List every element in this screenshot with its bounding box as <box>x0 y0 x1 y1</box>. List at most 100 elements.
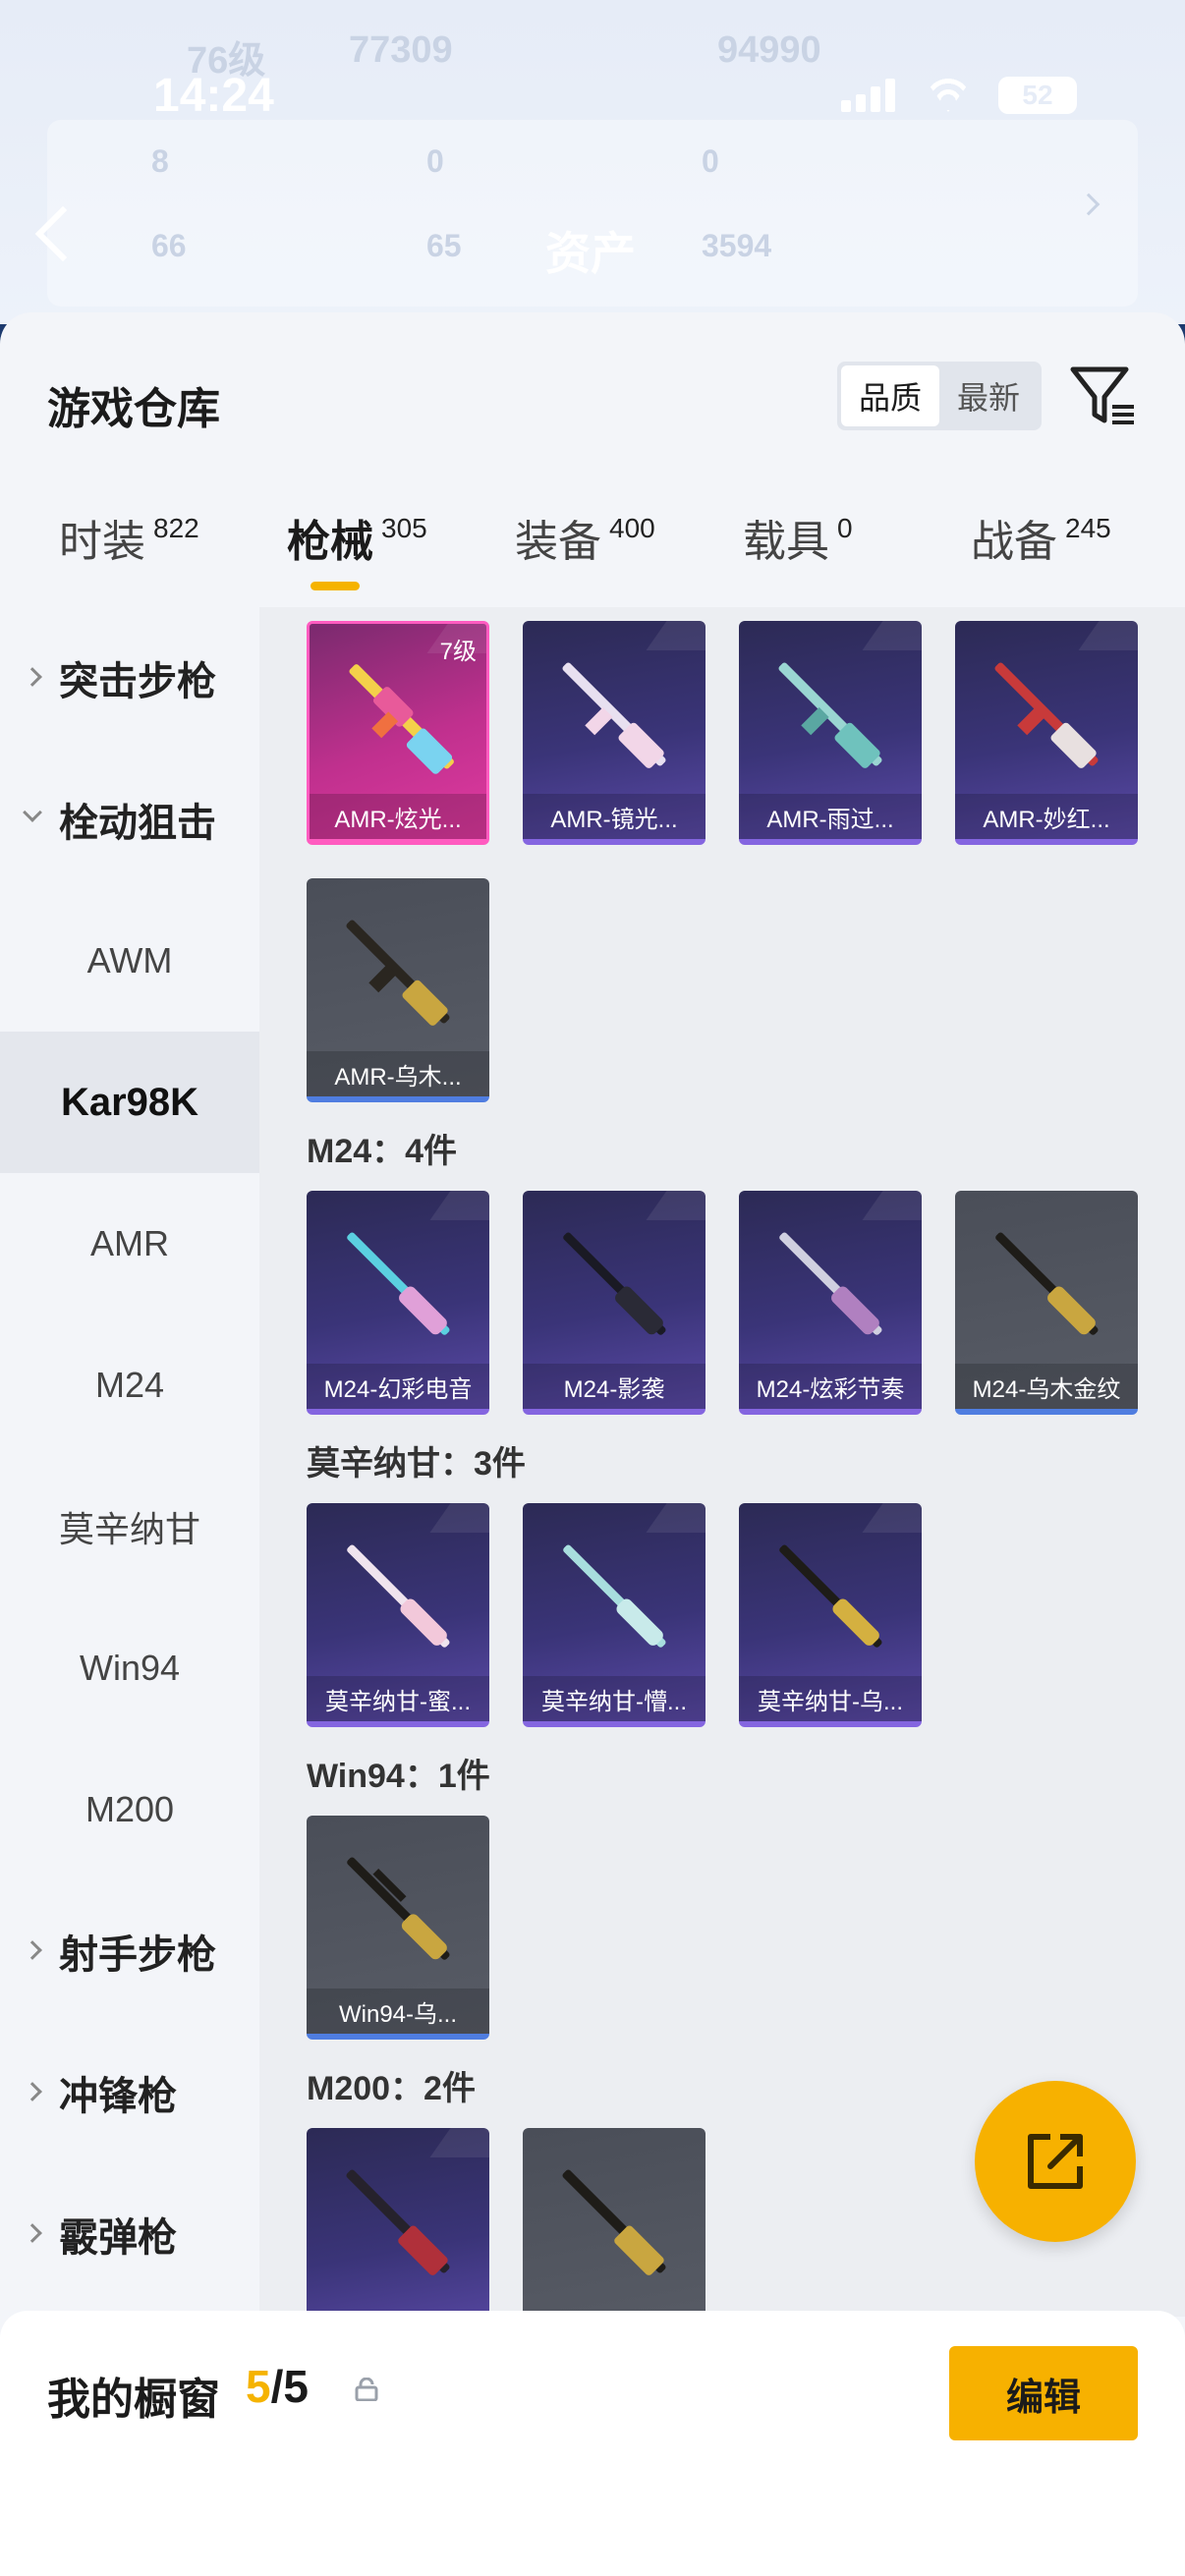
weapon-skin-card[interactable]: 莫辛纳甘-蜜... <box>307 1503 489 1727</box>
weapon-skin-card[interactable]: AMR-妙红... <box>955 621 1138 845</box>
tab-active-indicator <box>310 582 360 590</box>
rifle-icon <box>563 1544 666 1648</box>
weapon-skin-card[interactable]: AMR-雨过... <box>739 621 922 845</box>
section-title-m200: M200：2件 <box>307 2070 476 2107</box>
chevron-right-icon <box>23 667 42 687</box>
tab-count: 0 <box>837 513 853 543</box>
weapon-skin-card[interactable]: M24-炫彩节奏 <box>739 1191 922 1415</box>
share-external-icon <box>1028 2134 1083 2189</box>
rifle-icon <box>995 1232 1099 1335</box>
tab-supplies[interactable]: 战备 245 <box>971 505 1111 593</box>
tab-label: 枪械 <box>287 518 373 566</box>
rifle-icon <box>994 662 1099 768</box>
rifle-icon <box>347 1857 450 1960</box>
assets-title: 资产 <box>545 228 636 279</box>
weapon-skin-card[interactable] <box>523 2128 705 2317</box>
sidebar-item-m200[interactable]: M200 <box>0 1739 259 1880</box>
sidebar-item-label: 突击步枪 <box>59 660 216 703</box>
filter-button[interactable] <box>1069 364 1138 430</box>
sort-quality-option[interactable]: 品质 <box>841 365 939 426</box>
rifle-icon <box>347 1232 450 1335</box>
section-title-win94: Win94：1件 <box>307 1758 490 1795</box>
weapon-skin-card[interactable]: AMR-镜光... <box>523 621 705 845</box>
skin-name: 莫辛纳甘-懵... <box>523 1676 705 1721</box>
sidebar-item-mosin[interactable]: 莫辛纳甘 <box>0 1456 259 1597</box>
tab-label: 时装 <box>59 518 145 566</box>
sidebar-item-label: 霰弹枪 <box>59 2216 177 2260</box>
tab-vehicles[interactable]: 载具 0 <box>743 505 853 593</box>
skin-name: AMR-乌木... <box>307 1051 489 1096</box>
stat-6: 3594 <box>702 228 772 263</box>
showcase-count-current: 5 <box>246 2361 271 2412</box>
weapon-category-sidebar: 突击步枪 栓动狙击 AWM Kar98K AMR M24 莫辛纳甘 Win94 … <box>0 607 259 2317</box>
rifle-icon <box>562 662 666 768</box>
assets-header-background: 76级 77309 94990 14:24 52 8 0 0 66 65 359… <box>0 0 1185 324</box>
skin-name: AMR-妙红... <box>955 794 1138 839</box>
stat-1: 8 <box>151 143 169 179</box>
weapon-skin-card[interactable]: 莫辛纳甘-乌... <box>739 1503 922 1727</box>
sidebar-item-label: 冲锋枪 <box>59 2075 177 2118</box>
edit-button[interactable]: 编辑 <box>949 2346 1138 2440</box>
weapon-skin-card[interactable]: Win94-乌... <box>307 1816 489 2040</box>
tab-count: 822 <box>153 513 199 543</box>
filter-icon <box>1070 366 1134 424</box>
category-tabs: 时装 822 枪械 305 装备 400 载具 0 战备 245 <box>0 505 1185 593</box>
skin-name: M24-炫彩节奏 <box>739 1364 922 1409</box>
coins-text: 77309 <box>349 29 453 71</box>
sidebar-item-label: 射手步枪 <box>59 1933 216 1977</box>
rifle-icon <box>562 2169 666 2275</box>
skin-name: AMR-炫光... <box>310 794 486 839</box>
tab-guns[interactable]: 枪械 305 <box>287 505 427 593</box>
sidebar-item-assault-rifles[interactable]: 突击步枪 <box>0 607 259 749</box>
sidebar-item-amr[interactable]: AMR <box>0 1173 259 1315</box>
tab-label: 装备 <box>515 518 601 566</box>
sidebar-item-marksman-rifles[interactable]: 射手步枪 <box>0 1880 259 2022</box>
weapon-skin-card[interactable] <box>307 2128 489 2317</box>
sidebar-item-m24[interactable]: M24 <box>0 1315 259 1456</box>
stat-3: 0 <box>702 143 719 179</box>
tab-count: 400 <box>609 513 655 543</box>
weapon-skin-card[interactable]: 莫辛纳甘-懵... <box>523 1503 705 1727</box>
chevron-right-icon <box>23 2082 42 2101</box>
skin-name: AMR-镜光... <box>523 794 705 839</box>
chevron-down-icon <box>23 803 42 822</box>
rifle-icon <box>778 662 882 768</box>
showcase-title: 我的橱窗 <box>47 2376 220 2424</box>
sidebar-item-awm[interactable]: AWM <box>0 890 259 1032</box>
sidebar-item-bolt-snipers[interactable]: 栓动狙击 <box>0 749 259 890</box>
tab-fashion[interactable]: 时装 822 <box>59 505 199 593</box>
rifle-icon <box>347 1544 450 1648</box>
tab-count: 245 <box>1065 513 1111 543</box>
showcase-count: 5/5 <box>246 2360 309 2413</box>
signal-icon <box>841 79 898 112</box>
skin-name: 莫辛纳甘-乌... <box>739 1676 922 1721</box>
skin-name: M24-幻彩电音 <box>307 1364 489 1409</box>
rifle-icon <box>346 920 450 1026</box>
skin-name: Win94-乌... <box>307 1988 489 2034</box>
sidebar-item-smg[interactable]: 冲锋枪 <box>0 2022 259 2163</box>
weapon-skin-card[interactable]: AMR-乌木... <box>307 878 489 1102</box>
skin-name: AMR-雨过... <box>739 794 922 839</box>
sidebar-item-win94[interactable]: Win94 <box>0 1597 259 1739</box>
stat-4: 66 <box>151 228 187 263</box>
sidebar-item-shotguns[interactable]: 霰弹枪 <box>0 2163 259 2305</box>
weapon-skin-card[interactable]: M24-幻彩电音 <box>307 1191 489 1415</box>
game-warehouse-sheet: 游戏仓库 品质 最新 时装 822 枪械 305 装备 400 载具 0 战备 … <box>0 312 1185 2576</box>
weapon-skin-card[interactable]: 7级 AMR-炫光... <box>307 621 489 845</box>
rifle-icon <box>349 664 454 774</box>
status-time: 14:24 <box>153 70 274 122</box>
weapon-skin-card[interactable]: M24-影袭 <box>523 1191 705 1415</box>
tab-label: 战备 <box>971 518 1057 566</box>
section-title-m24: M24：4件 <box>307 1133 458 1170</box>
share-button[interactable] <box>975 2081 1136 2242</box>
skin-name: M24-影袭 <box>523 1364 705 1409</box>
tab-count: 305 <box>381 513 427 543</box>
weapon-skin-card[interactable]: M24-乌木金纹 <box>955 1191 1138 1415</box>
sort-latest-option[interactable]: 最新 <box>939 365 1038 426</box>
sidebar-item-kar98k[interactable]: Kar98K <box>0 1032 259 1173</box>
rifle-icon <box>563 1232 666 1335</box>
skin-name: 莫辛纳甘-蜜... <box>307 1676 489 1721</box>
tab-equipment[interactable]: 装备 400 <box>515 505 655 593</box>
chevron-right-icon <box>23 2223 42 2243</box>
rifle-icon <box>779 1544 882 1648</box>
